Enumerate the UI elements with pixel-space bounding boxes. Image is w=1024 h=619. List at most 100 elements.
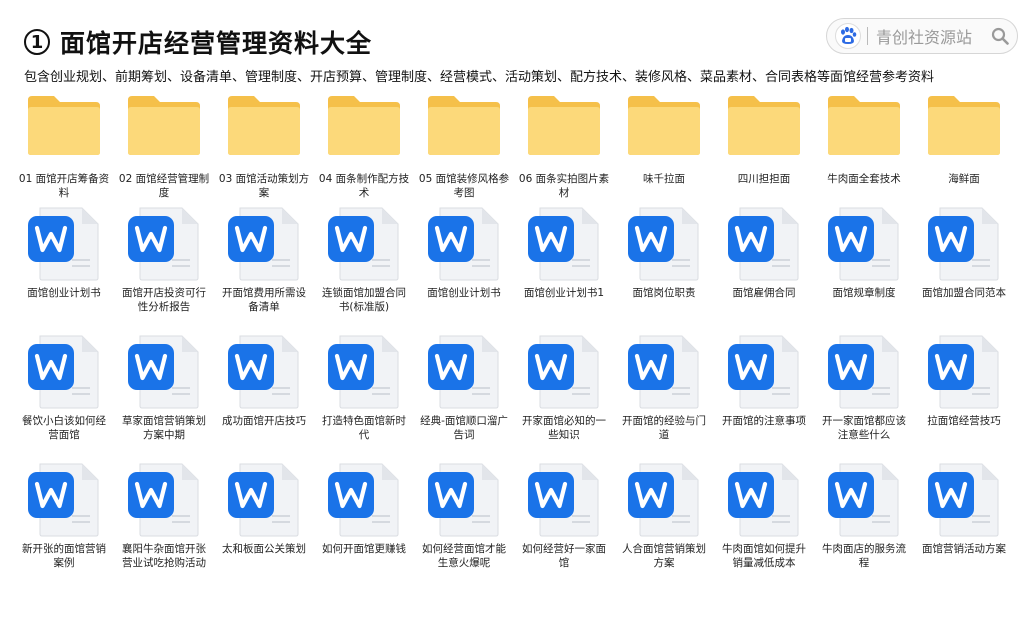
- item-label: 开面馆费用所需设备清单: [222, 287, 306, 313]
- item-label: 开家面馆必知的一些知识: [522, 415, 606, 441]
- document-item[interactable]: 成功面馆开店技巧: [214, 332, 314, 428]
- item-label: 牛肉面馆如何提升销量减低成本: [722, 543, 806, 569]
- document-item[interactable]: 面馆岗位职责: [614, 204, 714, 300]
- folder-icon: [128, 96, 200, 155]
- word-doc-icon: [628, 463, 699, 537]
- word-doc-icon: [928, 335, 999, 409]
- folder-item[interactable]: 海鲜面: [914, 92, 1014, 186]
- document-item[interactable]: 如何开面馆更赚钱: [314, 460, 414, 556]
- word-doc-icon: [928, 207, 999, 281]
- item-label: 如何经营好一家面馆: [522, 543, 606, 569]
- word-doc-icon: [828, 207, 899, 281]
- document-item[interactable]: 面馆加盟合同范本: [914, 204, 1014, 300]
- folder-icon: [528, 96, 600, 155]
- section-number-badge: 1: [24, 29, 50, 55]
- document-item[interactable]: 面馆创业计划书: [14, 204, 114, 300]
- baidu-paw-icon: [835, 23, 861, 49]
- item-label: 如何开面馆更赚钱: [322, 543, 406, 555]
- document-item[interactable]: 连锁面馆加盟合同书(标准版): [314, 204, 414, 314]
- item-label: 四川担担面: [737, 173, 791, 185]
- word-doc-icon: [628, 335, 699, 409]
- document-item[interactable]: 新开张的面馆营销案例: [14, 460, 114, 570]
- folder-item[interactable]: 06 面条实拍图片素材: [514, 92, 614, 200]
- item-label: 太和板面公关策划: [222, 543, 306, 555]
- folder-item[interactable]: 01 面馆开店筹备资料: [14, 92, 114, 200]
- folder-icon: [928, 96, 1000, 155]
- document-item[interactable]: 开一家面馆都应该注意些什么: [814, 332, 914, 442]
- folder-icon: [28, 96, 100, 155]
- search-icon[interactable]: [991, 27, 1009, 45]
- document-item[interactable]: 开面馆的注意事项: [714, 332, 814, 428]
- document-item[interactable]: 牛肉面店的服务流程: [814, 460, 914, 570]
- folder-icon: [828, 96, 900, 155]
- word-doc-icon: [128, 463, 199, 537]
- word-doc-icon: [328, 207, 399, 281]
- document-item[interactable]: 面馆创业计划书: [414, 204, 514, 300]
- folder-item[interactable]: 03 面馆活动策划方案: [214, 92, 314, 200]
- word-doc-icon: [828, 335, 899, 409]
- document-item[interactable]: 经典-面馆顺口溜广告词: [414, 332, 514, 442]
- item-label: 面馆开店投资可行性分析报告: [122, 287, 206, 313]
- word-doc-icon: [128, 335, 199, 409]
- brand-name: 青创社资源站: [876, 28, 973, 47]
- item-label: 05 面馆装修风格参考图: [418, 173, 510, 199]
- item-label: 04 面条制作配方技术: [318, 173, 410, 199]
- item-label: 人合面馆营销策划方案: [622, 543, 706, 569]
- document-item[interactable]: 牛肉面馆如何提升销量减低成本: [714, 460, 814, 570]
- item-label: 连锁面馆加盟合同书(标准版): [322, 287, 406, 313]
- item-label: 成功面馆开店技巧: [222, 415, 306, 427]
- document-item[interactable]: 如何经营好一家面馆: [514, 460, 614, 570]
- document-item[interactable]: 面馆营销活动方案: [914, 460, 1014, 556]
- folder-icon: [228, 96, 300, 155]
- item-label: 02 面馆经营管理制度: [118, 173, 210, 199]
- word-doc-icon: [828, 463, 899, 537]
- item-label: 牛肉面店的服务流程: [822, 543, 906, 569]
- word-doc-icon: [228, 335, 299, 409]
- document-item[interactable]: 面馆创业计划书1: [514, 204, 614, 300]
- item-label: 面馆创业计划书1: [523, 287, 605, 299]
- folder-item[interactable]: 05 面馆装修风格参考图: [414, 92, 514, 200]
- document-item[interactable]: 开面馆费用所需设备清单: [214, 204, 314, 314]
- folder-item[interactable]: 牛肉面全套技术: [814, 92, 914, 186]
- document-item[interactable]: 拉面馆经营技巧: [914, 332, 1014, 428]
- document-item[interactable]: 面馆规章制度: [814, 204, 914, 300]
- document-item[interactable]: 开家面馆必知的一些知识: [514, 332, 614, 442]
- word-doc-icon: [328, 463, 399, 537]
- word-doc-icon: [228, 207, 299, 281]
- word-doc-icon: [928, 463, 999, 537]
- document-item[interactable]: 面馆开店投资可行性分析报告: [114, 204, 214, 314]
- document-item[interactable]: 餐饮小白该如何经营面馆: [14, 332, 114, 442]
- page-title: 面馆开店经营管理资料大全: [60, 29, 373, 58]
- document-item[interactable]: 如何经营面馆才能生意火爆呢: [414, 460, 514, 570]
- word-doc-icon: [728, 207, 799, 281]
- folder-item[interactable]: 四川担担面: [714, 92, 814, 186]
- word-doc-icon: [728, 463, 799, 537]
- folder-item[interactable]: 04 面条制作配方技术: [314, 92, 414, 200]
- document-item[interactable]: 开面馆的经验与门道: [614, 332, 714, 442]
- item-label: 味千拉面: [643, 173, 685, 185]
- word-doc-icon: [28, 463, 99, 537]
- brand-search-box[interactable]: 青创社资源站: [826, 18, 1018, 54]
- word-doc-icon: [28, 207, 99, 281]
- word-doc-icon: [428, 335, 499, 409]
- document-item[interactable]: 草家面馆营销策划方案中期: [114, 332, 214, 442]
- word-doc-icon: [428, 207, 499, 281]
- word-doc-icon: [628, 207, 699, 281]
- document-item[interactable]: 打造特色面馆新时代: [314, 332, 414, 442]
- word-doc-icon: [528, 207, 599, 281]
- document-item[interactable]: 太和板面公关策划: [214, 460, 314, 556]
- item-label: 草家面馆营销策划方案中期: [122, 415, 206, 441]
- item-label: 襄阳牛杂面馆开张营业试吃抢购活动: [122, 543, 206, 569]
- item-label: 面馆规章制度: [832, 287, 896, 299]
- folder-item[interactable]: 味千拉面: [614, 92, 714, 186]
- brand-separator: [867, 27, 868, 45]
- word-doc-icon: [128, 207, 199, 281]
- word-doc-icon: [528, 463, 599, 537]
- document-item[interactable]: 面馆雇佣合同: [714, 204, 814, 300]
- document-item[interactable]: 人合面馆营销策划方案: [614, 460, 714, 570]
- item-label: 开面馆的经验与门道: [622, 415, 706, 441]
- folder-item[interactable]: 02 面馆经营管理制度: [114, 92, 214, 200]
- item-label: 海鲜面: [948, 173, 980, 185]
- document-item[interactable]: 襄阳牛杂面馆开张营业试吃抢购活动: [114, 460, 214, 570]
- page-header: 1 面馆开店经营管理资料大全: [24, 24, 372, 60]
